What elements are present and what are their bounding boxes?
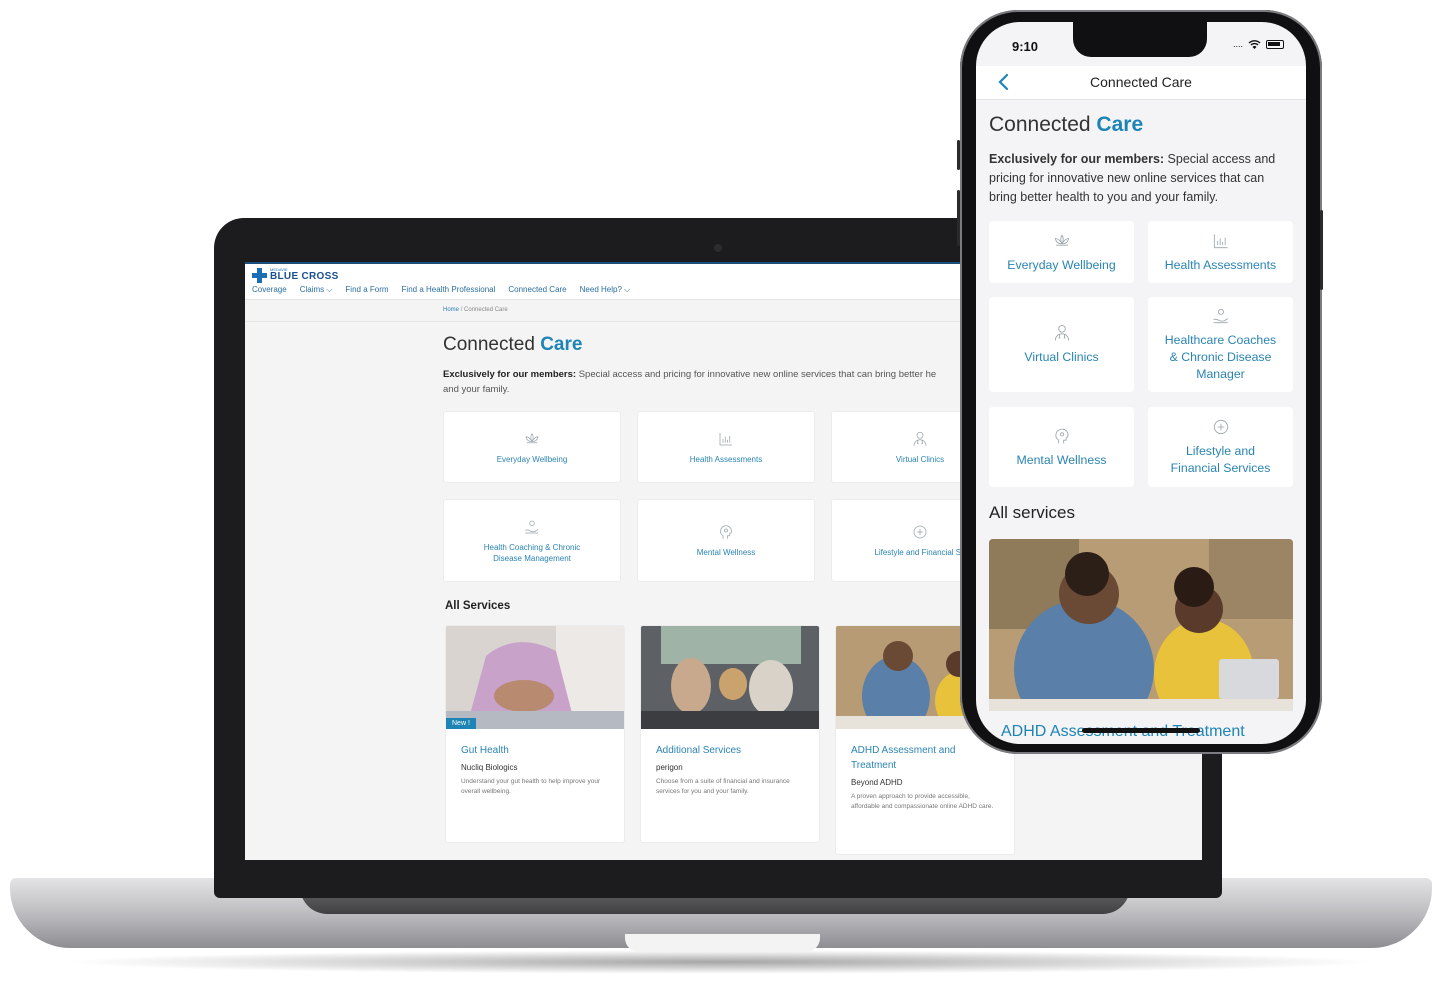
category-card-virtual-clinics[interactable]: Virtual Clinics [989, 297, 1134, 392]
category-label: Lifestyle and Financial Services [1170, 444, 1271, 475]
service-provider: Nucliq Biologics [461, 763, 518, 772]
doctor-icon [1054, 325, 1069, 341]
category-label: Mental Wellness [696, 548, 756, 557]
category-label: Health Assessments [689, 454, 763, 464]
head-icon [720, 525, 732, 539]
category-label: Everyday Wellbeing [1007, 257, 1116, 272]
service-provider: Beyond ADHD [851, 778, 903, 787]
page-title: Connected Care [443, 334, 582, 356]
category-card-health-coaching[interactable]: Health Coaching & Chronic Disease Managem… [443, 499, 621, 582]
category-label: Health Assessments [1164, 257, 1277, 272]
breadcrumb-current: Connected Care [464, 307, 508, 313]
bar-chart-icon [719, 432, 732, 445]
breadcrumb-separator: / [460, 307, 463, 313]
service-description: A proven approach to provide accessible,… [851, 793, 994, 810]
service-description: Understand your gut health to help impro… [461, 778, 601, 795]
intro-text: Special access and pricing for innovativ… [576, 369, 937, 380]
nav-item-need-help[interactable]: Need Help? ⌵ [580, 285, 631, 295]
plus-circle-icon [1213, 419, 1228, 435]
logo-text: BLUE CROSS [270, 271, 339, 282]
doctor-icon [913, 431, 927, 446]
app-bar-title: Connected Care [1090, 74, 1192, 90]
nav-item-claims[interactable]: Claims ⌵ [300, 285, 333, 295]
hand-care-icon [525, 520, 539, 533]
category-label-2: Disease Management [493, 553, 571, 563]
head-icon [1054, 428, 1068, 443]
service-card-gut-health[interactable]: New ! Gut Health Nucliq Biologics Unders… [445, 625, 625, 843]
phone-screen: 9:10 .... Connected Care Connected Care … [976, 22, 1306, 744]
category-label: Healthcare Coaches & Chronic Disease Man… [1164, 333, 1277, 381]
intro-text-2: and your family. [443, 384, 510, 395]
category-label: Virtual Clinics [895, 454, 945, 464]
category-card-lifestyle-financial[interactable]: Lifestyle and Financial Services [1148, 407, 1293, 487]
category-label: Mental Wellness [1016, 452, 1107, 467]
category-label: Everyday Wellbeing [496, 454, 568, 464]
breadcrumb-home[interactable]: Home [443, 307, 459, 313]
all-services-title: All Services [445, 600, 511, 612]
service-name[interactable]: ADHD Assessment and Treatment [851, 743, 999, 773]
nav-item-connected-care[interactable]: Connected Care [508, 285, 566, 295]
main-nav: Coverage Claims ⌵ Find a Form Find a Hea… [252, 285, 630, 295]
category-label: Lifestyle and Financial Se [874, 548, 966, 557]
service-description: Choose from a suite of financial and ins… [656, 778, 790, 795]
category-card-health-assessments[interactable]: Health Assessments [637, 411, 815, 483]
brand-logo[interactable]: MEDAVIE BLUE CROSS [252, 267, 339, 283]
service-image-additional-services [641, 626, 819, 729]
phone-side-button [1320, 210, 1323, 290]
new-badge: New ! [446, 718, 476, 729]
page-intro: Exclusively for our members: Special acc… [443, 367, 1003, 397]
status-icons: .... [1233, 39, 1284, 49]
category-card-health-assessments[interactable]: Health Assessments [1148, 221, 1293, 283]
service-name[interactable]: Gut Health [461, 743, 609, 758]
category-card-healthcare-coaches[interactable]: Healthcare Coaches & Chronic Disease Man… [1148, 297, 1293, 392]
service-image-adhd[interactable] [989, 539, 1293, 711]
category-card-everyday-wellbeing[interactable]: Everyday Wellbeing [989, 221, 1134, 283]
phone-notch [1073, 22, 1207, 57]
page-title-part1: Connected [989, 113, 1097, 136]
page-title-part2: Care [540, 334, 583, 355]
page-title-part2: Care [1096, 113, 1144, 136]
intro-bold: Exclusively for our members: [989, 152, 1165, 166]
signal-icon: .... [1232, 39, 1243, 49]
plus-circle-icon [913, 525, 927, 539]
category-label: Health Coaching & Chronic [483, 542, 581, 552]
all-services-title: All services [989, 503, 1075, 522]
breadcrumb: Home / Connected Care [443, 307, 508, 313]
service-provider: perigon [656, 763, 683, 772]
cross-logo-icon [252, 267, 267, 283]
phone-side-button [957, 190, 960, 246]
phone-side-button [957, 140, 960, 170]
hand-care-icon [1213, 308, 1228, 324]
lotus-icon [525, 432, 539, 443]
laptop-shadow [60, 950, 1380, 974]
category-card-mental-wellness[interactable]: Mental Wellness [989, 407, 1134, 487]
status-time: 9:10 [1012, 39, 1039, 54]
battery-icon [1266, 39, 1284, 49]
home-indicator[interactable] [1082, 728, 1200, 733]
laptop-camera [714, 244, 722, 252]
category-label: Virtual Clinics [1024, 350, 1099, 364]
nav-item-find-professional[interactable]: Find a Health Professional [402, 285, 496, 295]
lotus-icon [1054, 233, 1069, 246]
service-card-additional-services[interactable]: Additional Services perigon Choose from … [640, 625, 820, 843]
app-bar: Connected Care [976, 66, 1306, 100]
page-title: Connected Care [989, 113, 1143, 137]
nav-item-find-form[interactable]: Find a Form [345, 285, 388, 295]
bar-chart-icon [1213, 233, 1228, 248]
category-card-everyday-wellbeing[interactable]: Everyday Wellbeing [443, 411, 621, 483]
wifi-icon [1248, 40, 1261, 49]
nav-item-coverage[interactable]: Coverage [252, 285, 287, 295]
intro-bold: Exclusively for our members: [443, 369, 577, 380]
service-name[interactable]: Additional Services [656, 743, 804, 758]
page-intro: Exclusively for our members: Special acc… [989, 150, 1295, 207]
service-image-gut-health: New ! [446, 626, 624, 729]
laptop-notch [625, 934, 820, 952]
page-title-part1: Connected [443, 334, 541, 355]
category-card-mental-wellness[interactable]: Mental Wellness [637, 499, 815, 582]
